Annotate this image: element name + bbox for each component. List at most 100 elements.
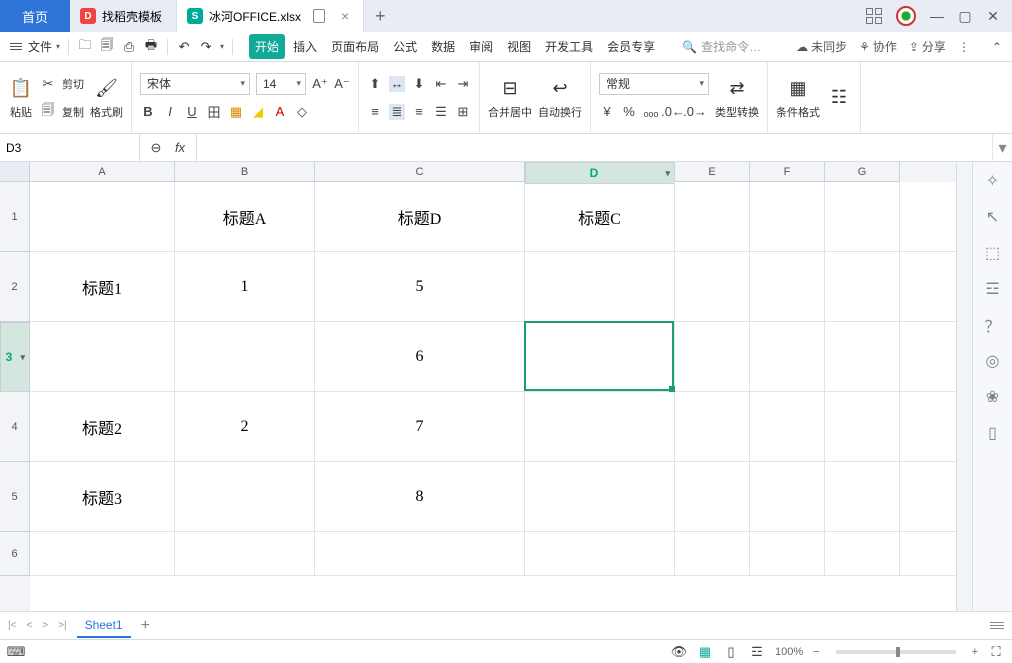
expand-fx-icon[interactable]: ▾ bbox=[992, 134, 1012, 162]
cell-C1[interactable]: 标题D bbox=[315, 182, 525, 251]
cell-B5[interactable] bbox=[175, 462, 315, 531]
ribbon-tab-review[interactable]: 审阅 bbox=[463, 34, 499, 59]
last-sheet-icon[interactable]: >| bbox=[58, 620, 66, 631]
cond-format-button[interactable]: ▦ 条件格式 bbox=[776, 76, 820, 120]
indent-left-icon[interactable]: ⇤ bbox=[433, 76, 449, 92]
italic-button[interactable]: I bbox=[162, 104, 178, 120]
select-tool-icon[interactable]: ⬚ bbox=[984, 244, 1002, 262]
col-header-A[interactable]: A bbox=[30, 162, 175, 182]
sheet-list-icon[interactable] bbox=[990, 622, 1004, 629]
fullscreen-icon[interactable]: ⛶ bbox=[988, 644, 1004, 660]
underline-button[interactable]: U bbox=[184, 104, 200, 120]
add-sheet-button[interactable]: + bbox=[141, 617, 150, 635]
row-header-4[interactable]: 4 bbox=[0, 392, 30, 462]
book-icon[interactable]: ▯ bbox=[984, 424, 1002, 442]
cell-G4[interactable] bbox=[825, 392, 900, 461]
cell-A1[interactable] bbox=[30, 182, 175, 251]
number-format-select[interactable]: 常规 bbox=[599, 73, 709, 95]
highlight-button[interactable]: ◢ bbox=[250, 104, 266, 120]
fx-icon[interactable]: fx bbox=[172, 140, 188, 156]
grow-font-icon[interactable]: A⁺ bbox=[312, 76, 328, 92]
align-left-icon[interactable]: ≡ bbox=[367, 104, 383, 120]
select-all-corner[interactable] bbox=[0, 162, 30, 182]
cell-C2[interactable]: 5 bbox=[315, 252, 525, 321]
ribbon-tab-layout[interactable]: 页面布局 bbox=[325, 34, 385, 59]
align-middle-icon[interactable]: ↔ bbox=[389, 76, 405, 92]
justify-icon[interactable]: ☰ bbox=[433, 104, 449, 120]
ribbon-tab-start[interactable]: 开始 bbox=[249, 34, 285, 59]
percent-icon[interactable]: % bbox=[621, 104, 637, 120]
row-header-3[interactable]: 3 bbox=[0, 322, 30, 392]
cell-G1[interactable] bbox=[825, 182, 900, 251]
align-top-icon[interactable]: ⬆ bbox=[367, 76, 383, 92]
command-search[interactable]: 🔍 查找命令… bbox=[675, 35, 768, 58]
col-header-D[interactable]: D bbox=[525, 162, 675, 184]
cancel-fx-icon[interactable]: ⊖ bbox=[148, 140, 164, 156]
view-normal-icon[interactable]: ▦ bbox=[697, 644, 713, 660]
link-tool-icon[interactable]: ❀ bbox=[984, 388, 1002, 406]
format-painter-button[interactable]: 🖌 格式刷 bbox=[90, 76, 123, 120]
more-format-button[interactable]: ☷ bbox=[826, 85, 852, 111]
font-size-select[interactable]: 14 bbox=[256, 73, 306, 95]
col-header-F[interactable]: F bbox=[750, 162, 825, 182]
view-break-icon[interactable]: ☲ bbox=[749, 644, 765, 660]
dec-decimal-icon[interactable]: .0→ bbox=[687, 104, 703, 120]
cell-B4[interactable]: 2 bbox=[175, 392, 315, 461]
cell-B6[interactable] bbox=[175, 532, 315, 575]
row-header-5[interactable]: 5 bbox=[0, 462, 30, 532]
help-icon[interactable]: ？ bbox=[984, 316, 1002, 334]
shrink-font-icon[interactable]: A⁻ bbox=[334, 76, 350, 92]
settings-tool-icon[interactable]: ☲ bbox=[984, 280, 1002, 298]
coop-button[interactable]: ⚘协作 bbox=[859, 38, 897, 55]
saveas-icon[interactable]: 🗐 bbox=[99, 39, 115, 55]
print-preview-icon[interactable]: 🖶 bbox=[143, 39, 159, 55]
close-window-button[interactable]: ✕ bbox=[986, 9, 1000, 23]
cell-D4[interactable] bbox=[525, 392, 675, 461]
col-header-E[interactable]: E bbox=[675, 162, 750, 182]
row-header-2[interactable]: 2 bbox=[0, 252, 30, 322]
unsync-button[interactable]: ☁未同步 bbox=[796, 38, 847, 55]
ribbon-tab-view[interactable]: 视图 bbox=[501, 34, 537, 59]
more-icon[interactable]: ⋮ bbox=[958, 40, 970, 54]
cell-E3[interactable] bbox=[675, 322, 750, 391]
cell-D6[interactable] bbox=[525, 532, 675, 575]
cell-G2[interactable] bbox=[825, 252, 900, 321]
name-box[interactable]: D3 bbox=[0, 134, 140, 162]
cell-F2[interactable] bbox=[750, 252, 825, 321]
undo-icon[interactable]: ↶ bbox=[176, 39, 192, 55]
row-header-6[interactable]: 6 bbox=[0, 532, 30, 576]
comma-icon[interactable]: ₒₒₒ bbox=[643, 104, 659, 120]
collapse-ribbon-icon[interactable]: ⌃ bbox=[992, 40, 1002, 54]
spreadsheet-grid[interactable]: ABCDEFG 123456 标题A标题D标题C标题1156标题227标题38 bbox=[0, 162, 972, 611]
wrap-text-button[interactable]: ↩ 自动换行 bbox=[538, 76, 582, 120]
font-color-button[interactable]: A bbox=[272, 104, 288, 120]
home-tab[interactable]: 首页 bbox=[0, 0, 70, 32]
cell-A2[interactable]: 标题1 bbox=[30, 252, 175, 321]
keyboard-status-icon[interactable]: ⌨ bbox=[8, 644, 24, 660]
border-button[interactable]: 田 bbox=[206, 104, 222, 120]
ribbon-tab-dev[interactable]: 开发工具 bbox=[539, 34, 599, 59]
cell-F4[interactable] bbox=[750, 392, 825, 461]
cell-G3[interactable] bbox=[825, 322, 900, 391]
cell-F5[interactable] bbox=[750, 462, 825, 531]
apps-grid-icon[interactable] bbox=[866, 8, 882, 24]
zoom-out-button[interactable]: − bbox=[813, 646, 819, 658]
zoom-in-button[interactable]: + bbox=[972, 646, 978, 658]
print-icon[interactable]: ⎙ bbox=[121, 39, 137, 55]
type-convert-button[interactable]: ⇄ 类型转换 bbox=[715, 76, 759, 120]
indent-right-icon[interactable]: ⇥ bbox=[455, 76, 471, 92]
cell-F1[interactable] bbox=[750, 182, 825, 251]
cell-E6[interactable] bbox=[675, 532, 750, 575]
user-avatar[interactable] bbox=[896, 6, 916, 26]
redo-icon[interactable]: ↷ bbox=[198, 39, 214, 55]
next-sheet-icon[interactable]: > bbox=[42, 620, 48, 631]
ribbon-tab-insert[interactable]: 插入 bbox=[287, 34, 323, 59]
prev-sheet-icon[interactable]: < bbox=[26, 620, 32, 631]
cell-D1[interactable]: 标题C bbox=[525, 182, 675, 251]
align-right-icon[interactable]: ≡ bbox=[411, 104, 427, 120]
inc-decimal-icon[interactable]: .0← bbox=[665, 104, 681, 120]
cell-D3[interactable] bbox=[525, 322, 675, 391]
file-menu[interactable]: 文件▾ bbox=[28, 38, 60, 55]
row-header-1[interactable]: 1 bbox=[0, 182, 30, 252]
cell-G6[interactable] bbox=[825, 532, 900, 575]
